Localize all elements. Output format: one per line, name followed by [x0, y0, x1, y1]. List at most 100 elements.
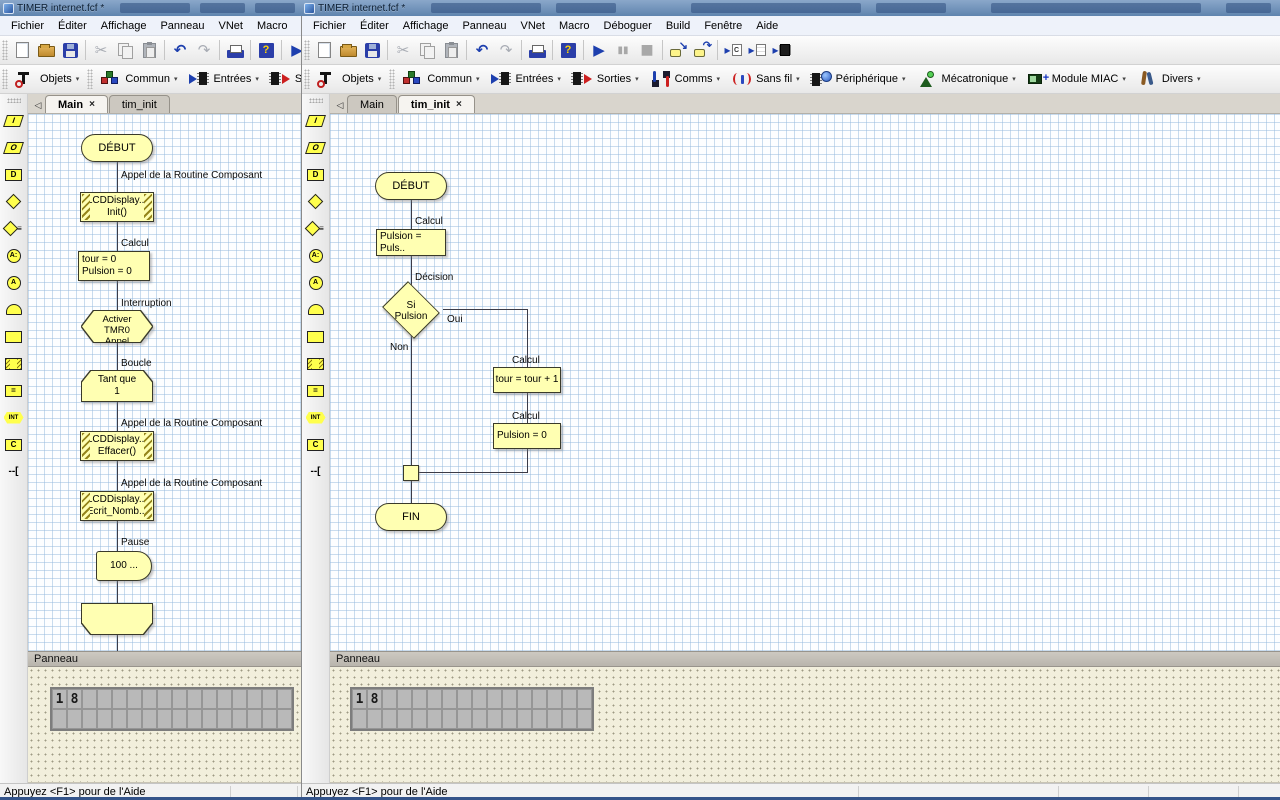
loop-icon[interactable]: [304, 300, 328, 319]
print-button[interactable]: [525, 38, 549, 62]
flowchart-canvas-tim-init[interactable]: DÉBUT Calcul Pulsion = Puls.. Décision S…: [330, 114, 1280, 651]
flow-decision[interactable]: Si Pulsion: [379, 281, 443, 339]
connection-point-icon[interactable]: A:: [304, 246, 328, 265]
input-icon[interactable]: I: [304, 111, 328, 130]
run-button[interactable]: ▶: [587, 38, 611, 62]
tab-tim-init[interactable]: tim_init: [108, 95, 170, 113]
menu-fenetre[interactable]: Fenêtre: [697, 20, 749, 32]
toolbar-grip[interactable]: [2, 40, 8, 60]
flow-pause[interactable]: 100 ...: [96, 551, 152, 581]
c-code-icon[interactable]: C: [304, 435, 328, 454]
tab-scroll-left-icon[interactable]: ◁: [31, 97, 45, 113]
tab-scroll-left-icon[interactable]: ◁: [333, 97, 347, 113]
output-icon[interactable]: O: [2, 138, 26, 157]
component-macro-icon[interactable]: [304, 354, 328, 373]
components-objets-button[interactable]: Objets ▾: [10, 67, 85, 91]
new-button[interactable]: [312, 38, 336, 62]
compile-to-asm-button[interactable]: ▸: [745, 38, 769, 62]
macro-icon[interactable]: [2, 327, 26, 346]
c-code-icon[interactable]: C: [2, 435, 26, 454]
menu-build[interactable]: Build: [659, 20, 697, 32]
tab-main[interactable]: Main: [347, 95, 397, 113]
flow-calculation[interactable]: tour = 0 Pulsion = 0: [78, 251, 150, 281]
cut-button[interactable]: ✂: [391, 38, 415, 62]
toolbar-grip[interactable]: [304, 69, 310, 89]
flow-loop-start[interactable]: Tant que 1: [82, 371, 152, 401]
paste-button[interactable]: [137, 38, 161, 62]
tab-main[interactable]: Main ×: [45, 95, 108, 113]
palette-grip[interactable]: [6, 98, 21, 103]
comment-icon[interactable]: --[: [304, 462, 328, 481]
flow-junction[interactable]: [403, 465, 419, 481]
menu-vnet[interactable]: VNet: [513, 20, 551, 32]
stop-button[interactable]: ■: [635, 38, 659, 62]
tab-tim-init[interactable]: tim_init ×: [397, 95, 475, 113]
flow-calculation[interactable]: tour = tour + 1: [493, 367, 561, 393]
copy-button[interactable]: [113, 38, 137, 62]
save-button[interactable]: [360, 38, 384, 62]
step-into-button[interactable]: ↘: [666, 38, 690, 62]
components-objets-button[interactable]: Objets ▾: [312, 67, 387, 91]
interrupt-icon[interactable]: INT: [304, 408, 328, 427]
interrupt-icon[interactable]: INT: [2, 408, 26, 427]
goto-connection-icon[interactable]: A: [2, 273, 26, 292]
redo-button[interactable]: ↷: [192, 38, 216, 62]
output-icon[interactable]: O: [304, 138, 328, 157]
pause-button[interactable]: ▮▮: [611, 38, 635, 62]
flowchart-canvas-main[interactable]: DÉBUT Appel de la Routine Composant LCDD…: [28, 114, 301, 651]
components-peripherique-button[interactable]: Périphérique ▾: [806, 67, 912, 91]
menu-panneau[interactable]: Panneau: [455, 20, 513, 32]
undo-button[interactable]: ↶: [470, 38, 494, 62]
components-commun-button[interactable]: Commun ▾: [95, 67, 183, 91]
paste-button[interactable]: [439, 38, 463, 62]
open-button[interactable]: [34, 38, 58, 62]
cut-button[interactable]: ✂: [89, 38, 113, 62]
toolbar-grip[interactable]: [304, 40, 310, 60]
switch-icon[interactable]: ≡: [2, 219, 26, 238]
menu-editer[interactable]: Éditer: [353, 20, 396, 32]
connection-point-icon[interactable]: A:: [2, 246, 26, 265]
menu-aide[interactable]: Aide: [749, 20, 785, 32]
delay-icon[interactable]: D: [304, 165, 328, 184]
redo-button[interactable]: ↷: [494, 38, 518, 62]
flow-loop-end[interactable]: [82, 604, 152, 634]
comment-icon[interactable]: --[: [2, 462, 26, 481]
save-button[interactable]: [58, 38, 82, 62]
components-mecatronique-button[interactable]: Mécatronique ▾: [912, 67, 1022, 91]
menu-affichage[interactable]: Affichage: [396, 20, 456, 32]
flow-interrupt[interactable]: Activer TMR0 Appel: [82, 311, 152, 342]
flow-calculation[interactable]: Pulsion = Puls..: [376, 229, 446, 256]
decision-icon[interactable]: [304, 192, 328, 211]
loop-icon[interactable]: [2, 300, 26, 319]
components-commun-button[interactable]: Commun ▾: [397, 67, 485, 91]
help-button[interactable]: ?: [254, 38, 278, 62]
window-titlebar-right[interactable]: TIMER internet.fcf *: [301, 0, 1280, 16]
flow-component-macro[interactable]: LCDDisplay... Effacer(): [80, 431, 154, 461]
menu-panneau[interactable]: Panneau: [153, 20, 211, 32]
panneau-panel[interactable]: 18: [28, 667, 301, 783]
menu-macro[interactable]: Macro: [552, 20, 597, 32]
toolbar-grip[interactable]: [389, 69, 396, 89]
components-entrees-button[interactable]: Entrées ▾: [485, 67, 566, 91]
delay-icon[interactable]: D: [2, 165, 26, 184]
flow-begin[interactable]: DÉBUT: [375, 172, 447, 200]
goto-connection-icon[interactable]: A: [304, 273, 328, 292]
menu-deboguer[interactable]: Déboguer: [597, 20, 659, 32]
tab-close-icon[interactable]: ×: [456, 99, 462, 110]
flow-component-macro[interactable]: LCDDisplay... Ecrit_Nomb...: [80, 491, 154, 521]
macro-icon[interactable]: [304, 327, 328, 346]
menu-fichier[interactable]: Fichier: [306, 20, 353, 32]
toolbar-grip[interactable]: [87, 69, 94, 89]
compile-to-c-button[interactable]: ▸ C: [721, 38, 745, 62]
switch-icon[interactable]: ≡: [304, 219, 328, 238]
run-button[interactable]: ▶: [285, 38, 301, 62]
components-entrees-button[interactable]: Entrées ▾: [183, 67, 264, 91]
components-divers-button[interactable]: Divers ▾: [1132, 67, 1207, 91]
calculation-icon[interactable]: =: [304, 381, 328, 400]
input-icon[interactable]: I: [2, 111, 26, 130]
toolbar-grip[interactable]: [2, 69, 8, 89]
components-sorties-button[interactable]: Sorties▾: [265, 67, 301, 91]
tab-close-icon[interactable]: ×: [89, 99, 95, 110]
print-button[interactable]: [223, 38, 247, 62]
compile-to-chip-button[interactable]: ▸: [769, 38, 793, 62]
